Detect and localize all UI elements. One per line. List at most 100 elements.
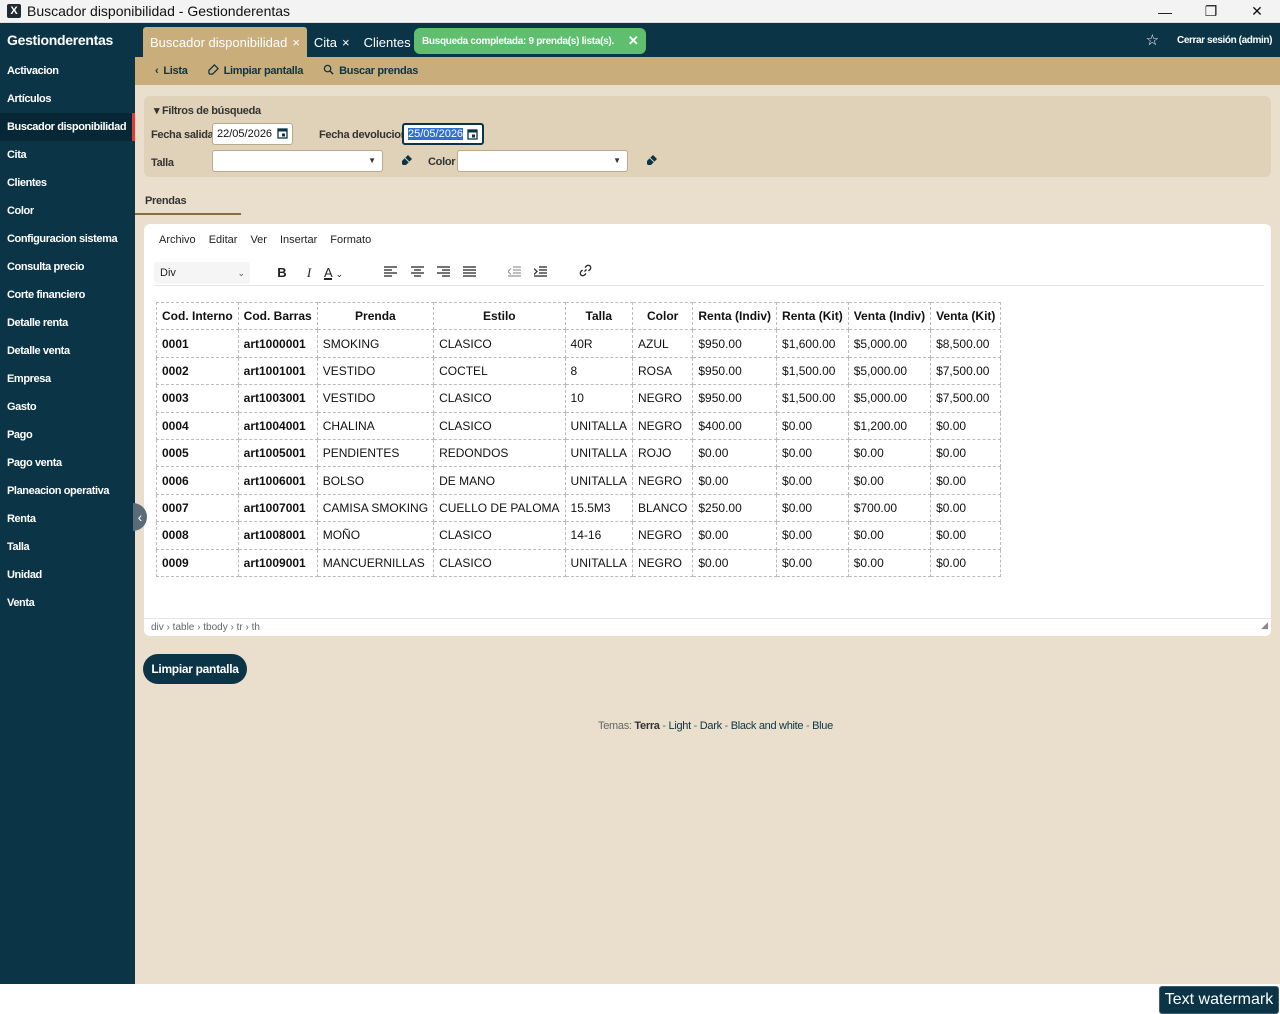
filters-toggle[interactable]: ▾ Filtros de búsqueda [154,104,261,117]
sidebar-item-venta[interactable]: Venta [0,589,135,617]
block-format-select[interactable]: Div ⌄ [154,262,250,284]
table-cell[interactable]: art1003001 [237,384,318,413]
menu-archivo[interactable]: Archivo [159,234,196,246]
table-cell[interactable]: $950.00 [692,356,778,386]
outdent-icon[interactable] [503,263,525,283]
table-cell[interactable]: $700.00 [847,493,932,523]
table-cell[interactable]: 40R [564,329,634,358]
table-cell[interactable]: 0007 [156,493,239,523]
table-cell[interactable]: CHALINA [316,411,435,440]
table-cell[interactable]: $0.00 [930,521,1002,550]
table-cell[interactable]: 0005 [156,438,239,468]
search-items-link[interactable]: Buscar prendas [323,64,418,78]
table-cell[interactable]: art1005001 [237,438,318,468]
table-cell[interactable]: UNITALLA [564,466,634,495]
theme-light-link[interactable]: Light [669,720,692,732]
sidebar-item-consulta-precio[interactable]: Consulta precio [0,253,135,281]
table-cell[interactable]: NEGRO [632,384,694,413]
talla-select[interactable]: ▼ [212,150,383,172]
tab-close-icon[interactable]: × [292,35,300,50]
tab-clientes[interactable]: Clientes [357,27,418,57]
table-cell[interactable]: $0.00 [930,411,1002,440]
table-cell[interactable]: $0.00 [847,466,932,495]
fecha-devolucion-input[interactable]: 25/05/2026 [402,123,484,145]
sidebar-item-renta[interactable]: Renta [0,505,135,533]
table-cell[interactable]: $0.00 [692,466,778,495]
table-cell[interactable]: VESTIDO [316,384,435,413]
resize-grip-icon[interactable]: ◢ [1261,616,1268,634]
sidebar-item-cita[interactable]: Cita [0,141,135,169]
theme-dark-link[interactable]: Dark [700,720,722,732]
table-cell[interactable]: $0.00 [930,438,1002,468]
table-cell[interactable]: 0004 [156,411,239,440]
table-cell[interactable]: $1,500.00 [776,356,849,386]
restore-button[interactable]: ❐ [1188,0,1234,23]
close-window-button[interactable]: ✕ [1234,0,1280,23]
menu-ver[interactable]: Ver [250,234,267,246]
table-cell[interactable]: 0006 [156,466,239,495]
table-cell[interactable]: CLASICO [433,384,566,413]
italic-icon[interactable]: I [298,263,320,283]
table-cell[interactable]: 0001 [156,329,239,358]
table-cell[interactable]: $1,200.00 [847,411,932,440]
table-cell[interactable]: MANCUERNILLAS [316,548,435,577]
brand-title[interactable]: Gestionderentas [0,23,135,57]
sidebar-item-detalle-renta[interactable]: Detalle renta [0,309,135,337]
table-cell[interactable]: art1007001 [237,493,318,523]
table-cell[interactable]: $1,500.00 [776,384,849,413]
sidebar-item-activacion[interactable]: Activacion [0,57,135,85]
table-cell[interactable]: $0.00 [847,548,932,577]
table-cell[interactable]: $0.00 [776,411,849,440]
sidebar-item-detalle-venta[interactable]: Detalle venta [0,337,135,365]
table-cell[interactable]: art1008001 [237,521,318,550]
align-justify-icon[interactable] [458,263,480,283]
clear-screen-link[interactable]: Limpiar pantalla [207,64,303,78]
table-cell[interactable]: NEGRO [632,411,694,440]
table-cell[interactable]: UNITALLA [564,411,634,440]
toast-close-icon[interactable]: ✕ [628,33,639,49]
sidebar-item-unidad[interactable]: Unidad [0,561,135,589]
table-cell[interactable]: CAMISA SMOKING [316,493,435,523]
table-cell[interactable]: 0008 [156,521,239,550]
table-cell[interactable]: CLASICO [433,329,566,358]
align-left-icon[interactable] [379,263,401,283]
table-cell[interactable]: $7,500.00 [930,356,1002,386]
table-cell[interactable]: REDONDOS [433,438,566,468]
table-cell[interactable]: $0.00 [692,438,778,468]
clear-color-eraser-icon[interactable] [646,154,658,169]
sidebar-item-talla[interactable]: Talla [0,533,135,561]
link-icon[interactable] [574,263,596,283]
minimize-button[interactable]: — [1142,0,1188,23]
table-cell[interactable]: AZUL [632,329,694,358]
logout-link[interactable]: Cerrar sesión (admin) [1177,35,1272,46]
table-cell[interactable]: $0.00 [930,466,1002,495]
table-cell[interactable]: ROJO [632,438,694,468]
align-right-icon[interactable] [432,263,454,283]
table-cell[interactable]: CLASICO [433,548,566,577]
indent-icon[interactable] [529,263,551,283]
menu-editar[interactable]: Editar [209,234,238,246]
clear-screen-button[interactable]: Limpiar pantalla [143,654,247,684]
table-cell[interactable]: $0.00 [776,521,849,550]
sidebar-item-artículos[interactable]: Artículos [0,85,135,113]
tab-prendas-disponibles[interactable]: Prendas disponibles [135,187,241,235]
color-select[interactable]: ▼ [457,150,628,172]
table-cell[interactable]: VESTIDO [316,356,435,386]
table-cell[interactable]: CLASICO [433,521,566,550]
align-center-icon[interactable] [406,263,428,283]
theme-bw-link[interactable]: Black and white [731,720,804,732]
table-cell[interactable]: art1006001 [237,466,318,495]
calendar-icon[interactable] [277,127,288,142]
fecha-salida-input[interactable]: 22/05/2026 [212,123,293,145]
table-cell[interactable]: MOÑO [316,521,435,550]
sidebar-item-configuracion-sistema[interactable]: Configuracion sistema [0,225,135,253]
table-cell[interactable]: PENDIENTES [316,438,435,468]
table-cell[interactable]: $0.00 [692,521,778,550]
table-cell[interactable]: $8,500.00 [930,329,1002,358]
table-cell[interactable]: $400.00 [692,411,778,440]
table-cell[interactable]: UNITALLA [564,438,634,468]
table-cell[interactable]: ROSA [632,356,694,386]
sidebar-item-pago[interactable]: Pago [0,421,135,449]
table-cell[interactable]: 0003 [156,384,239,413]
table-cell[interactable]: $0.00 [692,548,778,577]
